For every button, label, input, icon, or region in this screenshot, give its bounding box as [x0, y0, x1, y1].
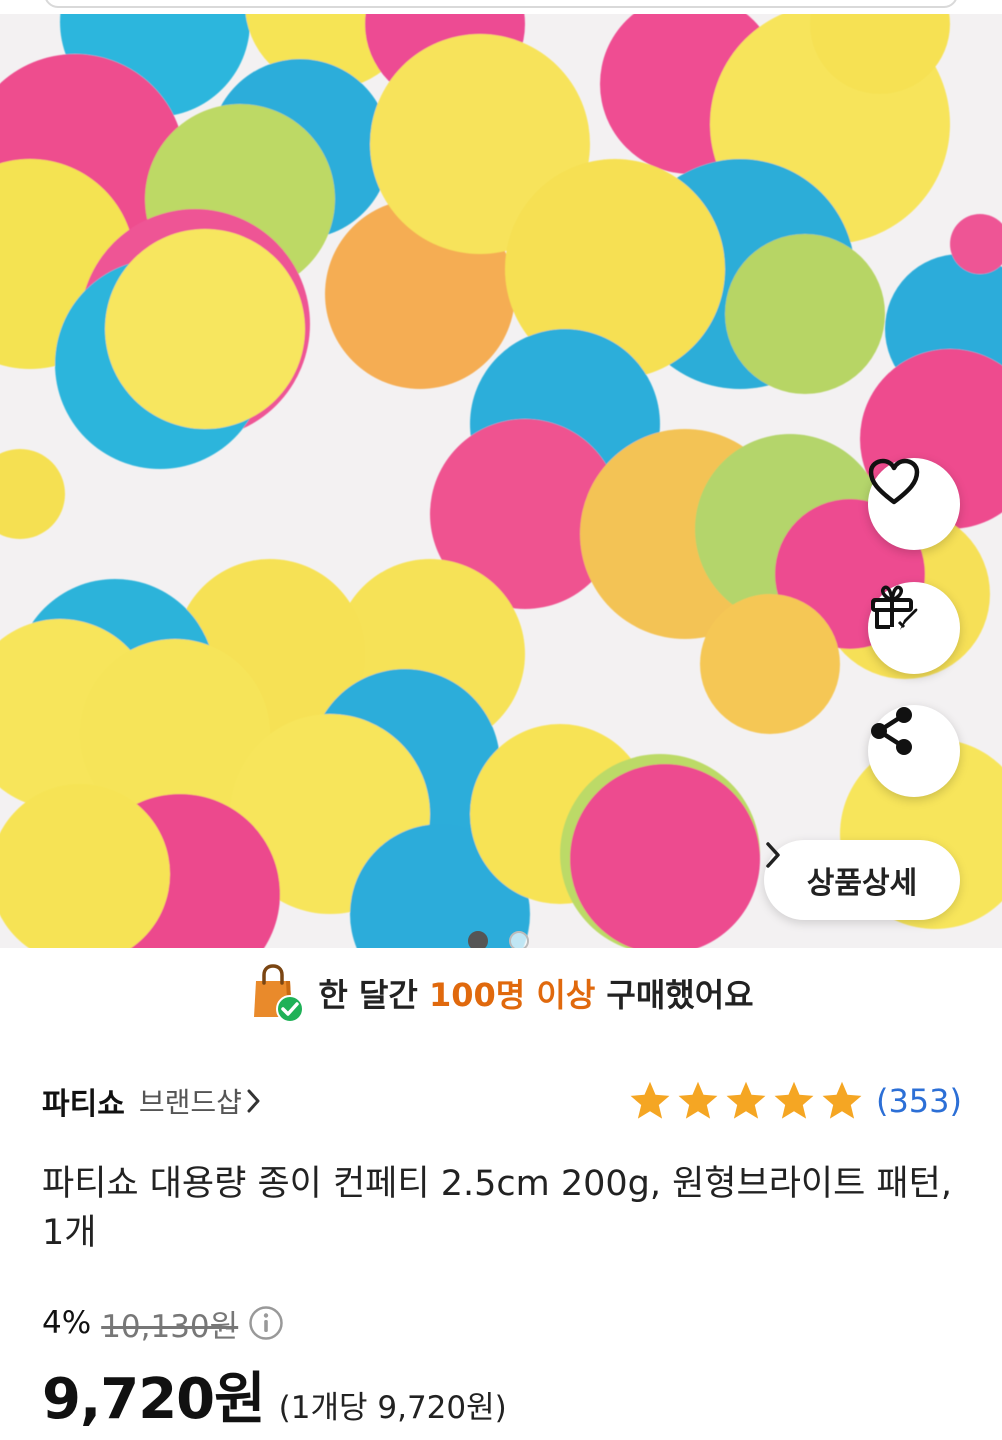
gift-rocket-icon — [871, 585, 918, 630]
wishlist-button[interactable] — [868, 458, 960, 550]
product-title: 파티쇼 대용량 종이 컨페티 2.5cm 200g, 원형브라이트 패턴, 1개 — [42, 1164, 952, 1253]
product-detail-label: 상품상세 — [806, 866, 918, 901]
purchase-count-banner: 한 달간 100명 이상 구매했어요 — [0, 948, 1002, 1038]
info-icon[interactable] — [248, 1305, 284, 1341]
unit-price: (1개당 9,720원) — [278, 1390, 507, 1426]
search-bar[interactable] — [44, 0, 958, 8]
star-icon — [822, 1081, 862, 1119]
brand-name[interactable]: 파티쇼 — [42, 1079, 125, 1123]
final-price-row: 9,720원 (1개당 9,720원) — [42, 1354, 507, 1432]
star-icon — [678, 1081, 718, 1119]
original-price: 10,130원 — [101, 1308, 239, 1345]
final-price: 9,720원 — [42, 1367, 266, 1432]
discount-rate: 4% — [42, 1305, 92, 1341]
gift-button[interactable] — [868, 582, 960, 674]
purchase-prefix: 한 달간 — [318, 976, 429, 1014]
chevron-right-icon — [766, 842, 780, 868]
star-icon — [774, 1081, 814, 1119]
product-detail-button[interactable]: 상품상세 — [764, 840, 960, 920]
pagination-dot-2[interactable] — [509, 931, 529, 948]
review-count[interactable]: (353) — [876, 1082, 962, 1120]
brand-rating-row: 파티쇼 브랜드샵 (353) — [42, 1074, 962, 1128]
heart-outline-icon — [868, 458, 920, 505]
share-icon — [871, 707, 912, 755]
shopping-bag-check-icon — [254, 964, 305, 1023]
purchase-suffix: 구매했어요 — [595, 976, 754, 1014]
brand-shop-link[interactable]: 브랜드샵 — [139, 1081, 262, 1121]
rating[interactable]: (353) — [628, 1079, 962, 1123]
top-search-bar-edge — [0, 0, 1002, 14]
pagination-dot-1[interactable] — [468, 931, 488, 948]
share-button[interactable] — [868, 705, 960, 797]
confetti-photo — [0, 14, 1002, 948]
brand-shop-label: 브랜드샵 — [138, 1086, 242, 1119]
discount-row: 4% 10,130원 — [42, 1300, 284, 1346]
purchase-count-text: 한 달간 100명 이상 구매했어요 — [318, 970, 753, 1016]
chevron-right-icon — [247, 1089, 260, 1113]
purchase-highlight: 100명 이상 — [429, 976, 596, 1014]
image-pagination — [468, 931, 529, 948]
star-icon — [726, 1081, 766, 1119]
star-icon — [630, 1081, 670, 1119]
product-image[interactable]: 상품상세 — [0, 14, 1002, 948]
